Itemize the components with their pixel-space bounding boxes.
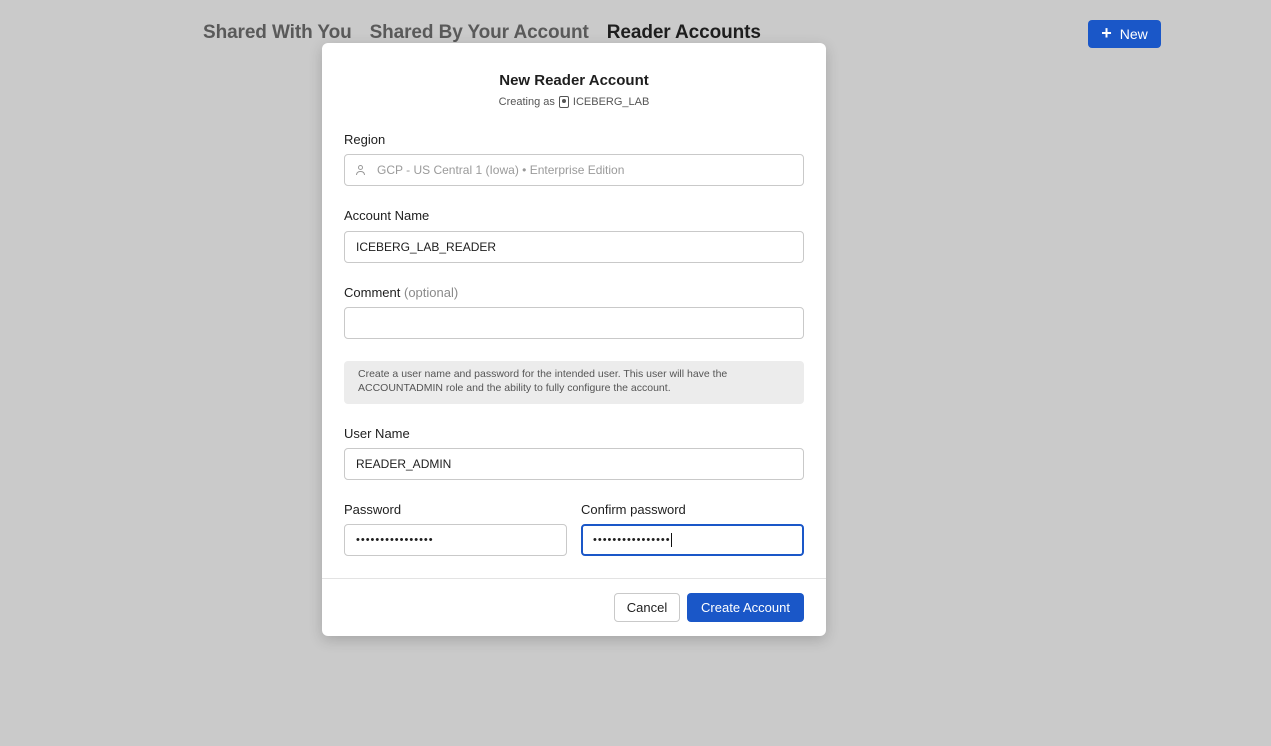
region-field: GCP - US Central 1 (Iowa) • Enterprise E… xyxy=(344,154,804,186)
account-name-input[interactable]: ICEBERG_LAB_READER xyxy=(344,231,804,263)
tab-reader-accounts[interactable]: Reader Accounts xyxy=(607,22,761,44)
region-label: Region xyxy=(344,132,386,147)
comment-label-text: Comment xyxy=(344,285,401,300)
info-message: Create a user name and password for the … xyxy=(344,361,804,404)
user-name-value: READER_ADMIN xyxy=(356,457,452,471)
create-account-button[interactable]: Create Account xyxy=(687,593,804,622)
region-value: GCP - US Central 1 (Iowa) • Enterprise E… xyxy=(377,163,625,177)
tab-shared-by-your-account[interactable]: Shared By Your Account xyxy=(370,22,589,44)
new-button-label: New xyxy=(1119,26,1148,42)
new-button[interactable]: + New xyxy=(1088,20,1161,48)
comment-optional-hint: (optional) xyxy=(403,285,459,300)
account-name-label: Account Name xyxy=(344,208,430,223)
tab-bar: Shared With You Shared By Your Account R… xyxy=(203,22,761,44)
text-caret xyxy=(670,533,672,547)
password-value: •••••••••••••••• xyxy=(356,534,434,546)
confirm-password-value: •••••••••••••••• xyxy=(593,534,671,546)
confirm-password-label: Confirm password xyxy=(581,502,686,517)
password-label: Password xyxy=(344,502,402,517)
tab-shared-with-you[interactable]: Shared With You xyxy=(203,22,352,44)
confirm-password-input[interactable]: •••••••••••••••• xyxy=(581,524,804,556)
comment-label: Comment (optional) xyxy=(344,285,458,300)
creating-as-account: ICEBERG_LAB xyxy=(572,96,650,108)
account-name-value: ICEBERG_LAB_READER xyxy=(356,240,497,254)
plus-icon: + xyxy=(1101,23,1112,43)
creating-as-subtitle: Creating as ICEBERG_LAB xyxy=(322,96,826,108)
new-reader-account-dialog: New Reader Account Creating as ICEBERG_L… xyxy=(322,43,826,636)
creating-as-prefix: Creating as xyxy=(498,96,555,108)
account-badge-icon xyxy=(558,96,569,108)
user-name-label: User Name xyxy=(344,426,410,441)
dialog-title: New Reader Account xyxy=(499,72,649,89)
comment-input[interactable] xyxy=(344,307,804,339)
footer-divider xyxy=(322,578,826,579)
user-name-input[interactable]: READER_ADMIN xyxy=(344,448,804,480)
user-icon xyxy=(356,165,366,175)
cancel-button[interactable]: Cancel xyxy=(614,593,680,622)
password-input[interactable]: •••••••••••••••• xyxy=(344,524,567,556)
